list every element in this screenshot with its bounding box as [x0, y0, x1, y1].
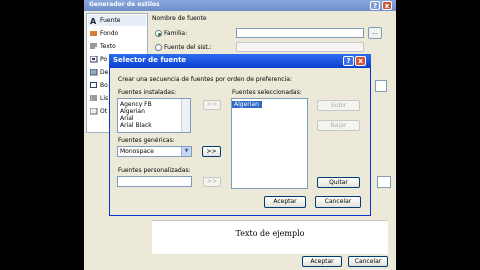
family-label: Familia: — [164, 30, 188, 37]
background-icon — [90, 30, 98, 37]
outer-dropdown-2[interactable] — [377, 176, 391, 188]
edges-icon — [90, 82, 98, 89]
instructions-text: Crear una secuencia de fuentes por orden… — [118, 76, 292, 83]
add-installed-button[interactable]: >> — [203, 100, 221, 110]
installed-fonts-list[interactable]: Agency FB Algerian Arial Arial Black — [117, 98, 191, 133]
svg-text:A: A — [90, 17, 97, 24]
layout-icon — [89, 68, 98, 76]
nav-item-label: Texto — [100, 43, 116, 50]
font-icon: A — [90, 17, 98, 26]
nav-item-fondo[interactable]: Fondo — [88, 28, 146, 39]
generic-fonts-value: Monospace — [120, 148, 154, 155]
add-generic-button[interactable]: >> — [202, 146, 221, 157]
outer-cancel-button[interactable]: Cancelar — [348, 256, 388, 267]
help-icon[interactable]: ? — [343, 56, 354, 66]
remove-button[interactable]: Quitar — [317, 177, 360, 188]
family-radio[interactable] — [155, 30, 162, 37]
list-item[interactable]: Agency FB — [118, 101, 190, 108]
nav-item-label: Bo — [100, 82, 108, 89]
style-builder-title: Generador de estilos — [84, 0, 396, 11]
installed-fonts-label: Fuentes instaladas: — [118, 89, 177, 96]
nav-item-label: Lis — [100, 95, 109, 102]
move-up-button[interactable]: Subir — [317, 100, 360, 111]
selected-fonts-label: Fuentes seleccionadas: — [232, 89, 302, 96]
family-input[interactable] — [236, 28, 364, 38]
generic-fonts-label: Fuentes genéricas: — [118, 137, 175, 144]
system-font-radio[interactable] — [155, 44, 162, 51]
custom-fonts-label: Fuentes personalizadas: — [118, 167, 191, 174]
move-down-button[interactable]: Bajar — [317, 120, 360, 131]
close-icon[interactable]: x — [382, 1, 392, 10]
nav-item-texto[interactable]: Texto — [88, 41, 146, 52]
text-icon — [90, 43, 98, 50]
add-custom-button[interactable]: >> — [203, 177, 221, 187]
list-item[interactable]: Arial — [118, 115, 190, 122]
browse-fonts-button[interactable]: ... — [368, 27, 382, 39]
installed-fonts-scrollbar[interactable] — [181, 99, 190, 132]
outer-dropdown[interactable] — [375, 80, 387, 92]
nav-item-fuente[interactable]: A Fuente — [88, 15, 146, 26]
inner-ok-button[interactable]: Aceptar — [264, 196, 306, 208]
list-item[interactable]: Algerian — [118, 108, 190, 115]
outer-ok-button[interactable]: Aceptar — [302, 256, 342, 267]
close-icon[interactable]: x — [355, 56, 366, 66]
nav-item-label: Fuente — [100, 17, 121, 24]
position-icon — [89, 55, 98, 63]
system-font-select[interactable] — [236, 42, 364, 52]
list-item[interactable]: Arial Black — [118, 122, 190, 129]
inner-cancel-button[interactable]: Cancelar — [315, 196, 361, 208]
list-item[interactable]: Algerian — [232, 101, 262, 108]
help-icon[interactable]: ? — [370, 1, 380, 10]
font-picker-title: Selector de fuente — [109, 54, 371, 68]
nav-item-label: De — [100, 69, 109, 76]
nav-item-label: Ot — [100, 108, 108, 115]
lists-icon — [90, 95, 98, 102]
preview-area: Texto de ejemplo — [152, 220, 388, 254]
custom-fonts-input[interactable] — [117, 176, 192, 187]
font-name-label: Nombre de fuente — [152, 15, 207, 22]
nav-item-label: Po — [100, 56, 108, 63]
selected-fonts-list[interactable]: Algerian — [231, 98, 308, 189]
generic-fonts-select[interactable]: Monospace ▼ — [117, 146, 192, 157]
other-icon — [89, 107, 98, 115]
chevron-down-icon[interactable]: ▼ — [181, 147, 191, 156]
system-font-label: Fuente del sist.: — [164, 44, 212, 51]
nav-item-label: Fondo — [100, 30, 119, 37]
